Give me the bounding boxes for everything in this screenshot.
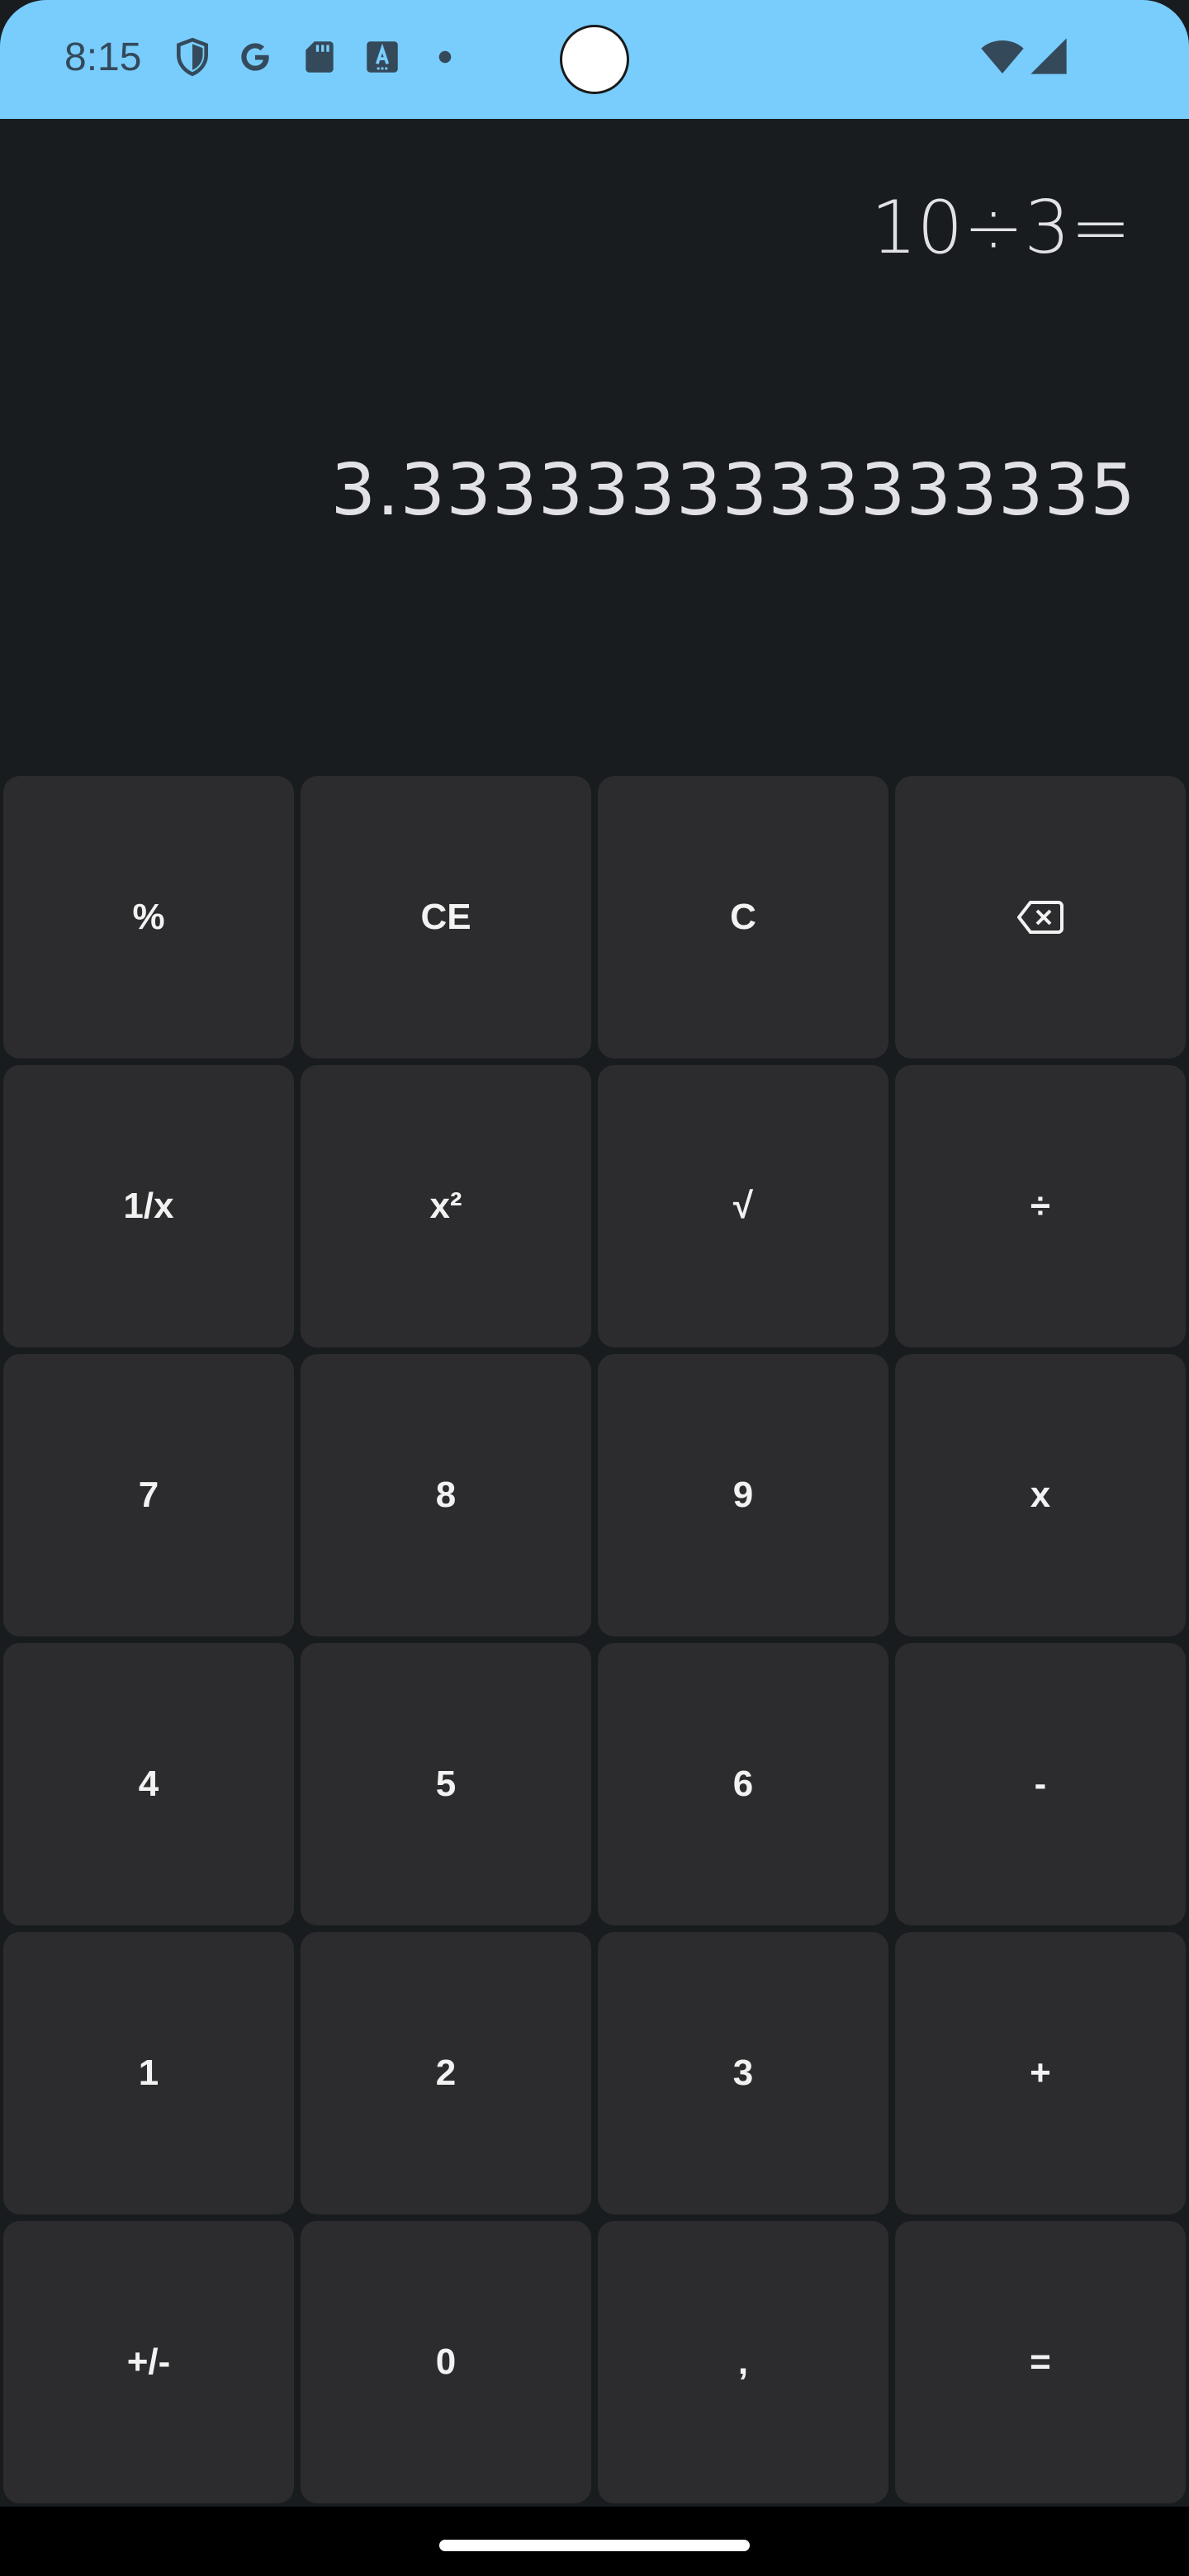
cellular-signal-icon [1030,38,1067,74]
divide-key[interactable]: ÷ [895,1065,1186,1347]
digit-5-key[interactable]: 5 [301,1643,591,1925]
dot-icon [438,50,452,64]
backspace-key[interactable] [895,776,1186,1058]
digit-2-key[interactable]: 2 [301,1932,591,2214]
backspace-icon [1017,901,1063,934]
multiply-key[interactable]: x [895,1354,1186,1636]
camera-cutout [560,25,629,94]
digit-6-key[interactable]: 6 [598,1643,888,1925]
clear-key[interactable]: C [598,776,888,1058]
home-gesture-handle[interactable] [439,2540,750,2551]
digit-3-key[interactable]: 3 [598,1932,888,2214]
keypad: % CE C 1/x x² √ ÷ 7 8 9 x 4 5 6 - 1 2 3 … [3,776,1186,2503]
sd-card-icon [306,41,334,73]
equals-key[interactable]: = [895,2221,1186,2503]
shield-icon [177,37,208,77]
digit-7-key[interactable]: 7 [3,1354,294,1636]
add-key[interactable]: + [895,1932,1186,2214]
calculator-screen: 8:15 10÷3= 3.3333333333333335 % CE C 1/x… [0,0,1189,2576]
expression-text: 10÷3= [870,185,1131,270]
decimal-separator-key[interactable]: , [598,2221,888,2503]
digit-1-key[interactable]: 1 [3,1932,294,2214]
digit-4-key[interactable]: 4 [3,1643,294,1925]
digit-9-key[interactable]: 9 [598,1354,888,1636]
text-a-icon [367,41,398,73]
square-key[interactable]: x² [301,1065,591,1347]
square-root-key[interactable]: √ [598,1065,888,1347]
digit-8-key[interactable]: 8 [301,1354,591,1636]
status-time: 8:15 [64,36,142,79]
subtract-key[interactable]: - [895,1643,1186,1925]
result-text: 3.3333333333333335 [330,449,1136,532]
negate-key[interactable]: +/- [3,2221,294,2503]
navigation-bar [0,2507,1189,2576]
clear-entry-key[interactable]: CE [301,776,591,1058]
google-icon [241,43,269,71]
wifi-icon [981,40,1024,73]
status-bar: 8:15 [0,0,1189,119]
digit-0-key[interactable]: 0 [301,2221,591,2503]
percent-key[interactable]: % [3,776,294,1058]
calculator-display: 10÷3= 3.3333333333333335 [0,119,1189,771]
reciprocal-key[interactable]: 1/x [3,1065,294,1347]
